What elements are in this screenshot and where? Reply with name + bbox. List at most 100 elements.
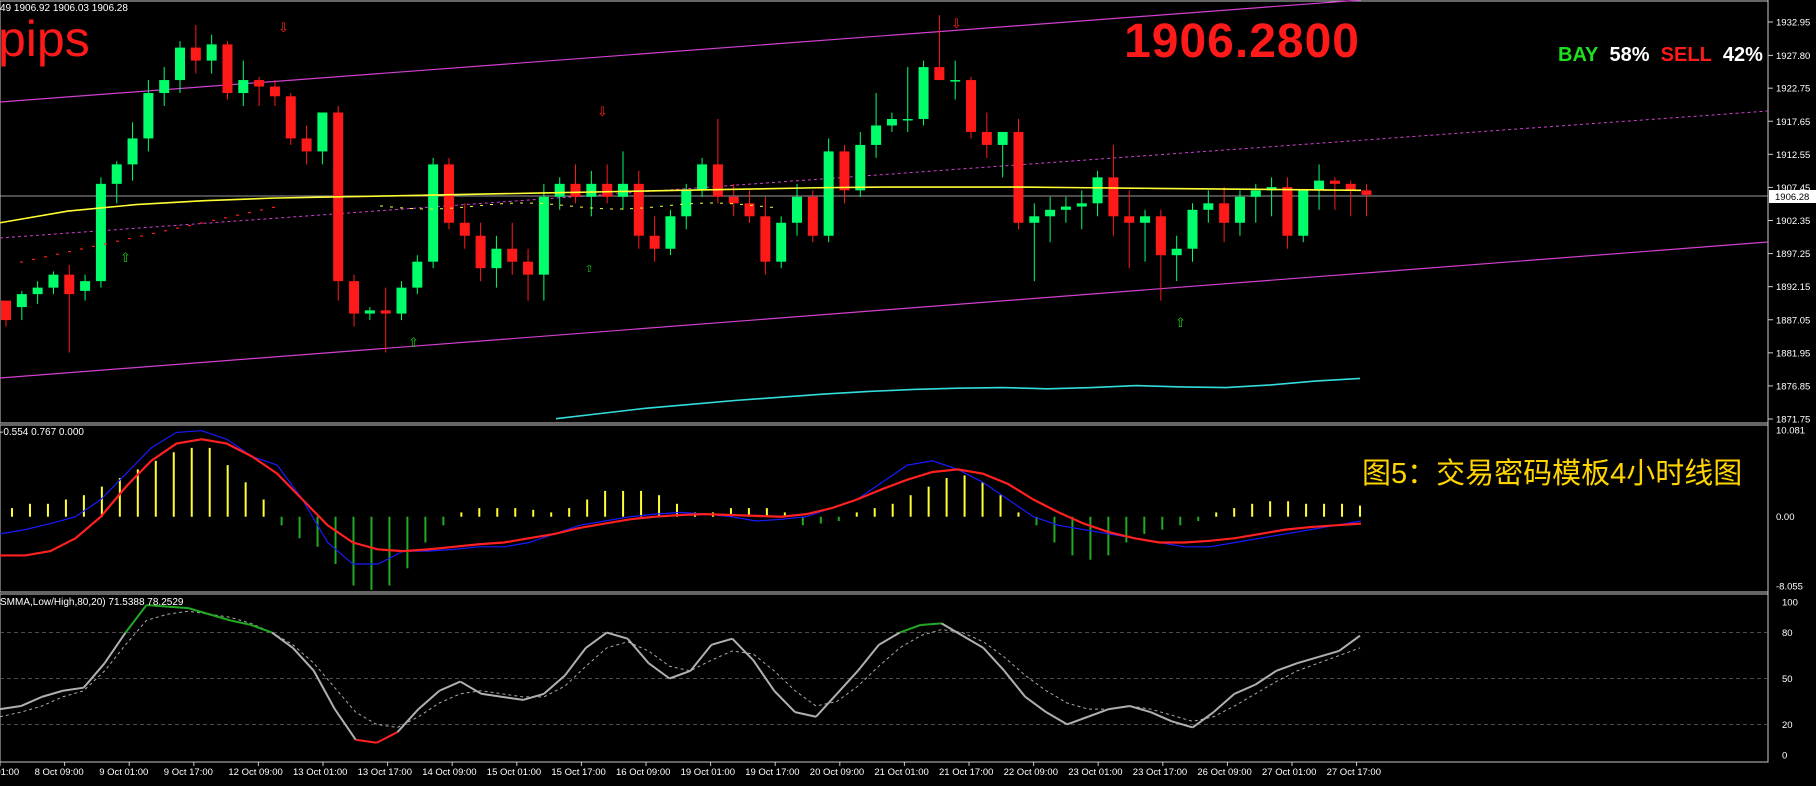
stoch-main-segment bbox=[271, 631, 294, 649]
time-tick-label: 26 Oct 09:00 bbox=[1197, 767, 1251, 778]
price-tick-label: 1871.75 bbox=[1776, 415, 1810, 426]
candle-body bbox=[301, 138, 312, 152]
candle-body bbox=[143, 93, 154, 139]
macd-histogram bbox=[11, 447, 1361, 590]
price-tick-label: 1876.85 bbox=[1776, 381, 1810, 392]
candle-body bbox=[538, 196, 549, 275]
candle-body bbox=[823, 151, 834, 236]
candle-body bbox=[712, 164, 723, 197]
macd-tick-label: 10.081 bbox=[1776, 426, 1805, 437]
candle-body bbox=[1108, 177, 1119, 217]
price-tick-label: 1922.75 bbox=[1776, 84, 1810, 95]
time-tick-label: 14 Oct 09:00 bbox=[422, 767, 476, 778]
price-tick-label: 1902.35 bbox=[1776, 216, 1810, 227]
candle-body bbox=[1329, 180, 1340, 184]
sell-label: SELL bbox=[1660, 44, 1712, 66]
stoch-main-segment bbox=[1150, 711, 1173, 723]
stoch-values-label: SMMA,Low/High,80,20) 71.5388 78.2529 bbox=[0, 597, 184, 608]
stoch-main-segment bbox=[1192, 711, 1215, 729]
macd-values-label: -0.554 0.767 0.000 bbox=[0, 427, 84, 438]
stoch-main-segment bbox=[417, 689, 441, 710]
candle-body bbox=[16, 294, 27, 308]
candle-body bbox=[760, 216, 771, 262]
stoch-main-segment bbox=[1066, 715, 1089, 726]
candle-body bbox=[459, 222, 470, 236]
stoch-main-segment bbox=[1129, 705, 1152, 714]
time-tick-label: 22 Oct 09:00 bbox=[1004, 767, 1058, 778]
stoch-main-segment bbox=[857, 644, 880, 672]
candle-body bbox=[1092, 177, 1103, 204]
stoch-main-segment bbox=[1296, 656, 1319, 665]
stoch-main-segment bbox=[836, 670, 859, 695]
candle-body bbox=[523, 261, 534, 275]
candle-body bbox=[950, 80, 961, 82]
stoch-main-segment bbox=[229, 619, 252, 626]
down-arrow-icon: ⇩ bbox=[278, 20, 289, 35]
candle-body bbox=[1219, 203, 1230, 223]
stoch-main-segment bbox=[1045, 711, 1068, 726]
stoch-main-segment bbox=[1212, 693, 1236, 713]
candle-body bbox=[317, 112, 328, 152]
time-tick-label: 20 Oct 09:00 bbox=[810, 767, 864, 778]
candle-body bbox=[681, 190, 692, 217]
candle-body bbox=[1298, 190, 1309, 236]
time-tick-label: 21 Oct 17:00 bbox=[939, 767, 993, 778]
candle-body bbox=[396, 287, 407, 314]
channel-lower-line bbox=[0, 241, 1769, 379]
candle-body bbox=[1282, 187, 1293, 236]
price-axis: 1932.951927.801922.751917.651912.551907.… bbox=[1768, 18, 1810, 426]
stoch-panel-frame bbox=[0, 593, 1769, 763]
candle-body bbox=[1076, 203, 1087, 207]
candle-body bbox=[64, 274, 75, 295]
stoch-main-segment bbox=[62, 686, 84, 692]
candle-body bbox=[111, 164, 122, 184]
candle-body bbox=[1345, 183, 1356, 191]
macd-axis: 10.081 0.00 -8.055 bbox=[1776, 426, 1805, 593]
stoch-main-segment bbox=[312, 670, 336, 710]
cyan-line bbox=[555, 377, 1361, 420]
candle-body bbox=[1124, 216, 1135, 223]
macd-lines bbox=[0, 430, 1362, 565]
stochastic-lines bbox=[0, 604, 1361, 744]
candle-body bbox=[1250, 190, 1261, 197]
cyan-indicator bbox=[555, 377, 1361, 420]
candle-body bbox=[728, 196, 739, 204]
candle-body bbox=[349, 281, 360, 314]
time-tick-label: 8 Oct 01:00 bbox=[0, 767, 19, 778]
main-panel-frame bbox=[0, 0, 1769, 424]
stoch-main-segment bbox=[396, 708, 420, 733]
candle-body bbox=[412, 261, 423, 288]
stoch-main-segment bbox=[1338, 634, 1361, 652]
channel-middle-line bbox=[0, 110, 1769, 239]
stoch-main-segment bbox=[1275, 662, 1298, 672]
stoch-main-segment bbox=[961, 634, 984, 649]
candle-body bbox=[839, 151, 850, 191]
candle-body bbox=[443, 164, 454, 223]
time-tick-label: 13 Oct 17:00 bbox=[358, 767, 412, 778]
candle-body bbox=[1155, 216, 1166, 256]
candle-body bbox=[649, 235, 660, 249]
time-tick-label: 21 Oct 01:00 bbox=[874, 767, 928, 778]
time-axis: 8 Oct 01:00 8 Oct 09:00 9 Oct 01:00 9 Oct 1… bbox=[0, 762, 1381, 778]
current-price-tag-text: 1906.28 bbox=[1775, 192, 1809, 203]
time-tick-label: 12 Oct 09:00 bbox=[228, 767, 282, 778]
candle-body bbox=[269, 86, 280, 97]
stoch-main-segment bbox=[376, 731, 398, 744]
macd-tick-label: 0.00 bbox=[1776, 512, 1795, 523]
stoch-main-segment bbox=[1108, 705, 1130, 711]
stoch-main-segment bbox=[899, 624, 921, 634]
candle-body bbox=[206, 44, 217, 61]
candle-body bbox=[776, 222, 787, 262]
time-tick-label: 27 Oct 01:00 bbox=[1262, 767, 1316, 778]
time-tick-label: 15 Oct 17:00 bbox=[551, 767, 605, 778]
stoch-tick-label: 0 bbox=[1782, 751, 1787, 762]
price-tick-label: 1887.05 bbox=[1776, 315, 1810, 326]
candle-body bbox=[175, 47, 186, 81]
stoch-signal-line bbox=[0, 610, 1361, 728]
candle-body bbox=[744, 203, 755, 217]
stoch-main-segment bbox=[648, 662, 671, 680]
macd-line bbox=[0, 430, 1362, 565]
time-tick-label: 15 Oct 01:00 bbox=[487, 767, 541, 778]
stoch-main-segment bbox=[794, 711, 817, 718]
candle-body bbox=[80, 281, 91, 291]
